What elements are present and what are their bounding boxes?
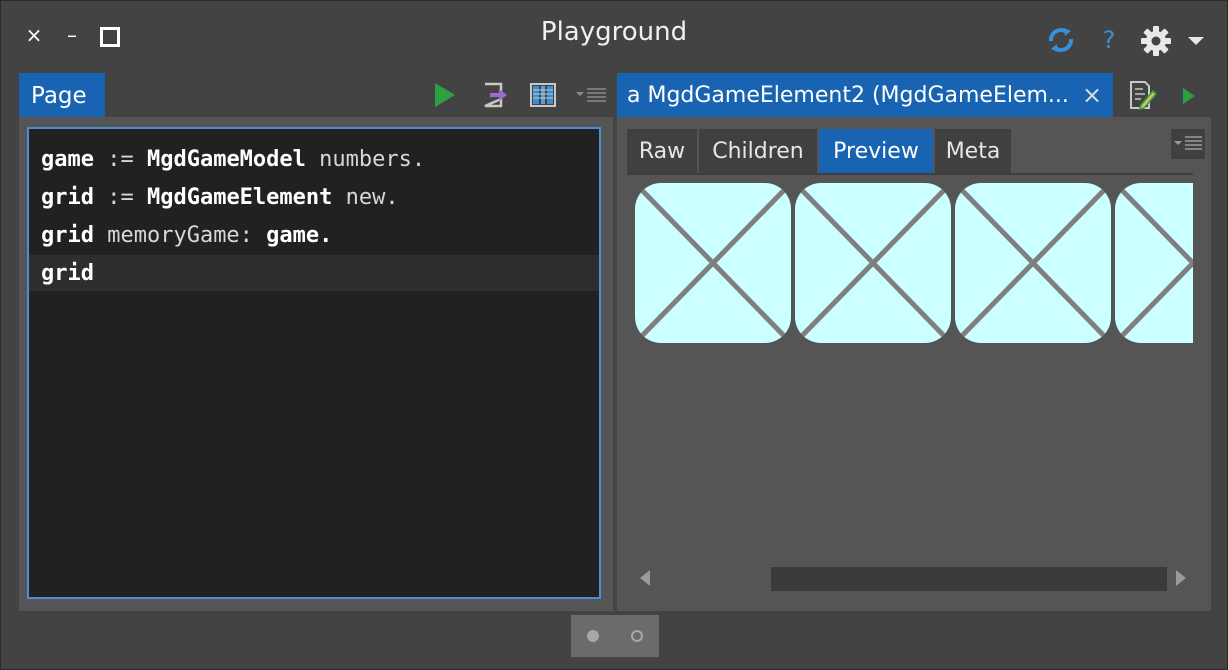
- memory-card[interactable]: [955, 183, 1111, 343]
- close-inspector-tab-button[interactable]: ×: [1079, 81, 1105, 109]
- pane-menu-icon: [576, 88, 606, 102]
- subtab-raw[interactable]: Raw: [627, 129, 697, 173]
- playground-page: game := MgdGameModel numbers. grid := Mgd…: [19, 117, 613, 611]
- horizontal-scrollbar[interactable]: [635, 563, 1193, 593]
- inspector-pane: Raw Children Preview Meta: [617, 117, 1211, 611]
- code-token: game: [41, 147, 94, 172]
- preview-canvas: [635, 183, 1193, 343]
- code-token: memoryGame:: [93, 223, 267, 248]
- page-dot[interactable]: [587, 630, 599, 642]
- columns-icon: [530, 83, 556, 107]
- page-indicator: [571, 615, 659, 657]
- code-line: grid := MgdGameElement new.: [41, 179, 399, 217]
- arrow-right-icon: [1176, 570, 1186, 586]
- scroll-thumb[interactable]: [771, 567, 1167, 591]
- memory-card[interactable]: [795, 183, 951, 343]
- code-token: game.: [266, 223, 333, 248]
- code-token: MgdGameElement: [146, 185, 333, 210]
- sync-icon: [1048, 28, 1074, 52]
- current-line-highlight: [29, 255, 599, 291]
- subtab-preview[interactable]: Preview: [819, 129, 933, 173]
- title-bar: × – Playground ?: [1, 1, 1227, 71]
- sync-button[interactable]: [1045, 25, 1077, 55]
- tab-inspector-object[interactable]: a MgdGameElement2 (MgdGameElem...: [617, 73, 1113, 117]
- chevron-down-icon: [1188, 37, 1204, 45]
- code-token: grid: [41, 223, 94, 248]
- edit-document-icon: [1130, 81, 1158, 111]
- card-cross-mark: [955, 183, 1111, 343]
- right-pane-tabbar: a MgdGameElement2 (MgdGameElem... ×: [617, 73, 1211, 117]
- subtab-divider: [627, 173, 1193, 175]
- tab-page[interactable]: Page: [19, 73, 105, 117]
- code-token: grid: [41, 185, 94, 210]
- memory-card[interactable]: [1115, 183, 1193, 343]
- page-dot[interactable]: [631, 630, 643, 642]
- scroll-right-button[interactable]: [1171, 565, 1191, 591]
- code-editor[interactable]: game := MgdGameModel numbers. grid := Mgd…: [27, 127, 601, 599]
- code-token: MgdGameModel: [146, 147, 306, 172]
- export-icon: [484, 82, 507, 108]
- scroll-left-button[interactable]: [635, 565, 655, 591]
- columns-button[interactable]: [529, 81, 557, 109]
- code-line: grid memoryGame: game.: [41, 217, 332, 255]
- window-title: Playground: [540, 17, 688, 47]
- code-token: grid: [41, 261, 94, 286]
- code-token: new.: [332, 185, 399, 210]
- subtab-meta[interactable]: Meta: [935, 129, 1011, 173]
- code-token: :=: [93, 147, 147, 172]
- inspector-tab-label: a MgdGameElement2 (MgdGameElem...: [627, 83, 1069, 108]
- edit-button[interactable]: [1127, 79, 1158, 111]
- settings-button[interactable]: [1139, 25, 1175, 56]
- subtab-children[interactable]: Children: [699, 129, 817, 173]
- gear-icon: [1141, 26, 1171, 56]
- card-cross-mark: [795, 183, 951, 343]
- help-icon: ?: [1102, 26, 1116, 54]
- card-cross-mark: [635, 183, 791, 343]
- left-pane-menu-button[interactable]: [575, 85, 607, 105]
- code-token: :=: [93, 185, 147, 210]
- memory-card[interactable]: [635, 183, 791, 343]
- left-pane-tabbar: Page: [19, 73, 613, 117]
- arrow-left-icon: [640, 570, 650, 586]
- play-icon: [1183, 88, 1195, 104]
- card-cross-mark: [1115, 183, 1193, 343]
- close-icon: ×: [1081, 81, 1103, 109]
- inspector-menu-button[interactable]: [1171, 129, 1205, 159]
- pane-menu-icon: [1174, 136, 1202, 150]
- code-line: grid: [41, 255, 94, 293]
- settings-dropdown[interactable]: [1185, 25, 1207, 55]
- code-token: numbers.: [305, 147, 426, 172]
- code-line: game := MgdGameModel numbers.: [41, 141, 425, 179]
- run-button[interactable]: [431, 81, 457, 109]
- right-run-button[interactable]: [1179, 85, 1199, 107]
- playground-window: × – Playground ? Page game:= MgdGameMod…: [0, 0, 1228, 670]
- play-icon: [435, 83, 455, 107]
- export-button[interactable]: [481, 81, 509, 109]
- help-button[interactable]: ?: [1097, 25, 1121, 55]
